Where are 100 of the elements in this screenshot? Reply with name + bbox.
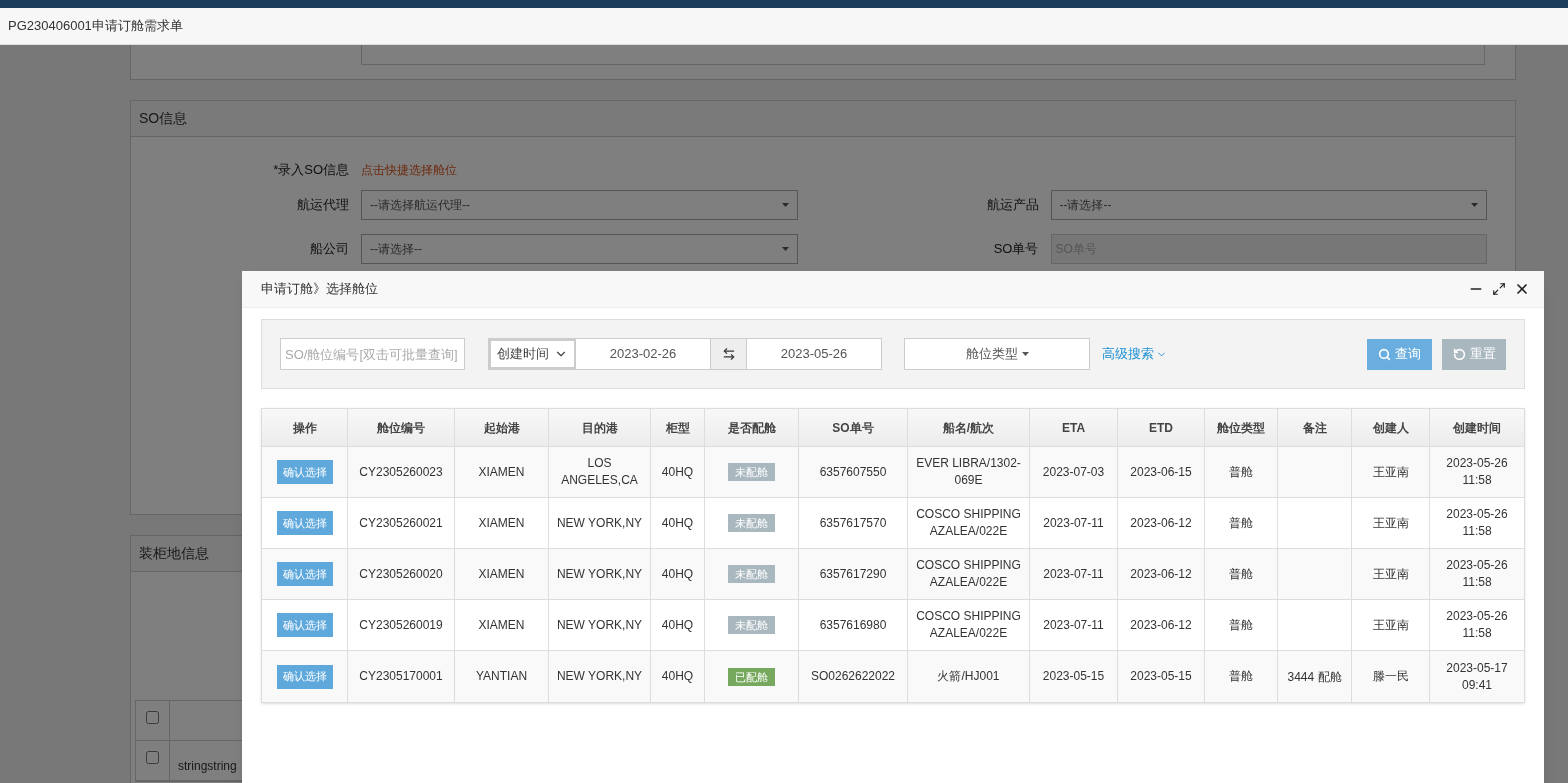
table-cell: 王亚南 xyxy=(1352,600,1430,650)
column-header: 舱位编号 xyxy=(348,409,455,446)
table-cell: LOS ANGELES,CA xyxy=(549,447,651,497)
table-cell: COSCO SHIPPING AZALEA/022E xyxy=(908,549,1030,599)
table-cell: 2023-07-03 xyxy=(1030,447,1118,497)
table-cell: XIAMEN xyxy=(455,549,549,599)
column-header: ETD xyxy=(1118,409,1205,446)
select-field[interactable]: --请选择-- xyxy=(1050,189,1487,220)
table-cell-text: 2023-05-17 09:41 xyxy=(1445,659,1509,694)
advanced-search-link[interactable]: 高级搜索 xyxy=(1102,344,1167,364)
table-cell: 普舱 xyxy=(1205,549,1278,599)
row-checkbox[interactable] xyxy=(146,751,159,764)
table-cell: 6357617290 xyxy=(799,549,908,599)
status-badge: 未配舱 xyxy=(728,616,775,634)
field-label: 航运代理 xyxy=(296,195,350,214)
field-label: SO单号 xyxy=(992,239,1040,258)
slot-type-select[interactable]: 舱位类型 xyxy=(904,338,1090,370)
table-cell-text: 2023-05-26 11:58 xyxy=(1445,455,1509,489)
table-cell: 40HQ xyxy=(651,498,705,548)
confirm-select-button[interactable]: 确认选择 xyxy=(276,664,333,689)
row-checkbox[interactable] xyxy=(146,711,159,724)
table-cell: SO0262622022 xyxy=(799,651,908,702)
status-badge: 未配舱 xyxy=(728,565,775,583)
table-cell: 普舱 xyxy=(1205,447,1278,497)
table-cell: NEW YORK,NY xyxy=(549,549,651,599)
table-cell: XIAMEN xyxy=(455,447,549,497)
dialog-title: 申请订舱》选择舱位 xyxy=(261,280,378,299)
field-label: 船公司 xyxy=(309,239,350,258)
column-header: ETA xyxy=(1030,409,1118,446)
table-cell: NEW YORK,NY xyxy=(549,651,651,702)
table-cell: COSCO SHIPPING AZALEA/022E xyxy=(908,498,1030,548)
table-cell: 40HQ xyxy=(651,651,705,702)
table-cell: 2023-07-11 xyxy=(1030,498,1118,548)
table-cell: 6357607550 xyxy=(799,447,908,497)
column-header: 柜型 xyxy=(651,409,705,446)
table-cell-text: 2023-05-26 11:58 xyxy=(1445,557,1509,591)
status-badge: 未配舱 xyxy=(728,463,775,481)
close-icon[interactable] xyxy=(1514,281,1530,297)
column-header: 是否配舱 xyxy=(705,409,799,446)
table-cell: 6357617570 xyxy=(799,498,908,548)
column-header: 起始港 xyxy=(455,409,549,446)
table-cell: 2023-06-15 xyxy=(1118,447,1205,497)
table-cell: 2023-07-11 xyxy=(1030,600,1118,650)
select-field[interactable]: --请选择-- xyxy=(361,233,798,264)
table-cell: CY2305260019 xyxy=(348,600,455,650)
column-header: 备注 xyxy=(1278,409,1352,446)
field-label: 航运产品 xyxy=(985,195,1040,214)
section-title: 装柜地信息 xyxy=(139,544,209,563)
table-cell: 2023-06-12 xyxy=(1118,498,1205,548)
textarea-field[interactable] xyxy=(361,45,1485,65)
table-cell: 2023-05-15 xyxy=(1030,651,1118,702)
caret-icon xyxy=(1021,352,1029,356)
column-header: SO单号 xyxy=(799,409,908,446)
table-cell: 普舱 xyxy=(1205,498,1278,548)
confirm-select-button[interactable]: 确认选择 xyxy=(276,562,333,586)
reset-icon xyxy=(1452,347,1466,361)
table-cell: NEW YORK,NY xyxy=(549,498,651,548)
table-cell: CY2305260023 xyxy=(348,447,455,497)
caret-icon xyxy=(1471,202,1478,207)
table-cell: 2023-06-12 xyxy=(1118,600,1205,650)
column-header: 操作 xyxy=(262,409,348,446)
table-cell-text: 3444 配舱 xyxy=(1287,668,1342,686)
caret-icon xyxy=(781,202,789,207)
table-cell: 40HQ xyxy=(651,447,705,497)
table-cell: CY2305260021 xyxy=(348,498,455,548)
reset-button[interactable]: 重置 xyxy=(1442,338,1506,370)
search-field[interactable]: SO/舱位编号[双击可批量查询] xyxy=(280,338,465,370)
caret-icon xyxy=(781,246,789,251)
column-header: 目的港 xyxy=(549,409,651,446)
table-cell: XIAMEN xyxy=(455,600,549,650)
quick-select-link[interactable]: 点击快捷选择舱位 xyxy=(361,160,457,179)
table-cell: CY2305170001 xyxy=(348,651,455,702)
table-cell: COSCO SHIPPING AZALEA/022E xyxy=(908,600,1030,650)
maximize-icon[interactable] xyxy=(1492,282,1506,296)
table-cell: EVER LIBRA/1302-069E xyxy=(908,447,1030,497)
confirm-select-button[interactable]: 确认选择 xyxy=(276,613,333,637)
section-title: SO信息 xyxy=(139,109,188,128)
table-cell: 王亚南 xyxy=(1352,498,1430,548)
table-cell-text: stringstring xyxy=(177,758,237,775)
table-cell-text: 2023-05-26 11:58 xyxy=(1445,506,1509,540)
search-icon xyxy=(1378,347,1391,361)
table-cell: XIAMEN xyxy=(455,498,549,548)
table-cell: YANTIAN xyxy=(455,651,549,702)
table-cell: 2023-05-15 xyxy=(1118,651,1205,702)
query-button[interactable]: 查询 xyxy=(1367,338,1432,370)
column-header: 创建人 xyxy=(1352,409,1430,446)
page-title: PG230406001申请订舱需求单 xyxy=(8,17,183,36)
table-cell: 40HQ xyxy=(651,600,705,650)
table-cell: 王亚南 xyxy=(1352,447,1430,497)
confirm-select-button[interactable]: 确认选择 xyxy=(276,460,333,484)
column-header: 创建时间 xyxy=(1452,419,1502,437)
select-field[interactable]: --请选择航运代理-- xyxy=(361,189,798,220)
confirm-select-button[interactable]: 确认选择 xyxy=(276,511,333,535)
field-label: *录入SO信息 xyxy=(272,161,350,179)
status-badge: 未配舱 xyxy=(728,514,775,532)
table-cell: 火箭/HJ001 xyxy=(908,651,1030,702)
column-header: 船名/航次 xyxy=(908,409,1030,446)
table-cell: 40HQ xyxy=(651,549,705,599)
table-cell: 6357616980 xyxy=(799,600,908,650)
table-cell: 滕一民 xyxy=(1352,651,1430,702)
